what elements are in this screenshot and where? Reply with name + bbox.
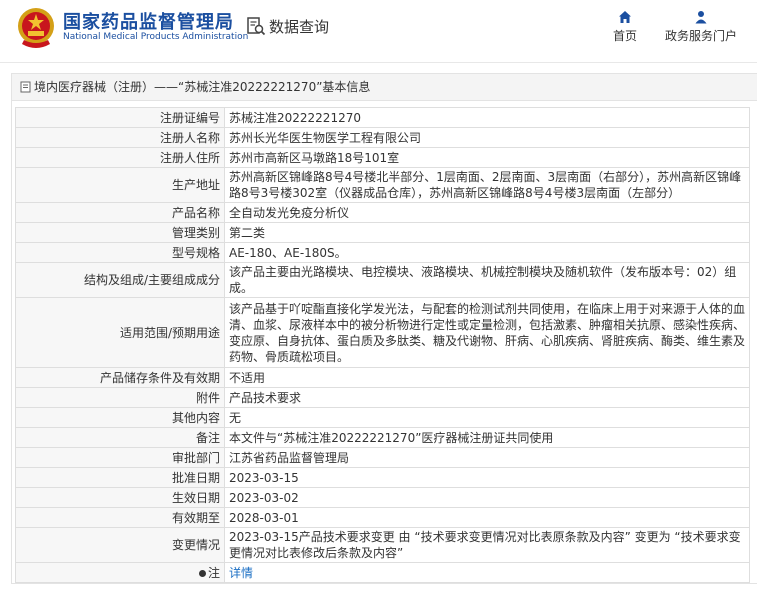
document-icon [20,81,31,93]
table-row: 结构及组成/主要组成成分 该产品主要由光路模块、电控模块、液路模块、机械控制模块及… [15,262,750,298]
table-row: 有效期至 2028-03-01 [15,507,750,528]
row-value: 苏州长光华医生物医学工程有限公司 [224,127,750,148]
row-label: 其他内容 [15,407,225,428]
row-value: 该产品主要由光路模块、电控模块、液路模块、机械控制模块及随机软件（发布版本号：0… [224,262,750,298]
home-icon [619,11,631,23]
data-query-link[interactable]: 数据查询 [246,15,329,37]
document-search-icon [247,17,266,36]
row-label: 注册人名称 [15,127,225,148]
table-row: 批准日期 2023-03-15 [15,467,750,488]
nav-home-label: 首页 [612,29,637,43]
row-value: 产品技术要求 [224,387,750,408]
site-header: 国家药品监督管理局 National Medical Products Admi… [0,0,757,63]
user-icon [695,11,707,24]
row-label: 型号规格 [15,242,225,263]
row-value: 本文件与“苏械注准20222221270”医疗器械注册证共同使用 [224,427,750,448]
table-row: 管理类别 第二类 [15,222,750,243]
table-row: 变更情况 2023-03-15产品技术要求变更 由 “技术要求变更情况对比表原条款… [15,527,750,563]
site-subtitle: National Medical Products Administration [63,32,249,42]
row-value: 2023-03-02 [224,487,750,508]
table-row: 适用范围/预期用途 该产品基于吖啶酯直接化学发光法，与配套的检测试剂共同使用，在临… [15,297,750,368]
table-row: 生效日期 2023-03-02 [15,487,750,508]
table-row: 产品储存条件及有效期 不适用 [15,367,750,388]
table-row: 其他内容无 [15,407,750,428]
row-label: 管理类别 [15,222,225,243]
row-label: 注册人住所 [15,147,225,168]
row-value: 全自动发光免疫分析仪 [224,202,750,223]
info-table: 注册证编号 苏械注准20222221270 注册人名称 苏州长光华医生物医学工程有限公… [15,107,750,583]
row-label: 有效期至 [15,507,225,528]
details-link[interactable]: 详情 [229,566,253,580]
table-row: 注册人名称 苏州长光华医生物医学工程有限公司 [15,127,750,148]
row-value: 苏州市高新区马墩路18号101室 [224,147,750,168]
row-label: 适用范围/预期用途 [15,297,225,368]
row-label: 产品储存条件及有效期 [15,367,225,388]
table-row: 备注 本文件与“苏械注准20222221270”医疗器械注册证共同使用 [15,427,750,448]
row-value: 江苏省药品监督管理局 [224,447,750,468]
row-value: AE-180、AE-180S。 [224,242,750,263]
row-label: 审批部门 [15,447,225,468]
row-label: 批准日期 [15,467,225,488]
row-value: 第二类 [224,222,750,243]
row-value: 苏械注准20222221270 [224,107,750,128]
row-value: 2028-03-01 [224,507,750,528]
table-row: 生产地址 苏州高新区锦峰路8号4号楼北半部分、1层南面、2层南面、3层南面（右部分… [15,167,750,203]
row-value: 苏州高新区锦峰路8号4号楼北半部分、1层南面、2层南面、3层南面（右部分），苏州… [224,167,750,203]
row-label: 产品名称 [15,202,225,223]
row-label: 生效日期 [15,487,225,508]
national-emblem-icon [18,8,54,48]
device-info-panel: 境内医疗器械（注册）——“苏械注准20222221270”基本信息 注册证编号苏… [11,73,757,584]
table-row: 注册人住所 苏州市高新区马墩路18号101室 [15,147,750,168]
section-title: 境内医疗器械（注册）——“苏械注准20222221270”基本信息 [34,80,371,94]
table-row: 附件 产品技术要求 [15,387,750,408]
note-label-cell: 注 [15,562,225,583]
row-value: 无 [224,407,750,428]
table-row: 注册证编号 苏械注准20222221270 [15,107,750,128]
row-value: 不适用 [224,367,750,388]
nav-service-portal-label: 政务服务门户 [664,29,737,43]
site-title[interactable]: 国家药品监督管理局 [63,8,234,34]
nav-home[interactable]: 首页 [611,10,639,44]
row-label: 变更情况 [15,527,225,563]
pin-icon [198,569,206,577]
data-query-label: 数据查询 [269,17,330,36]
row-label: 附件 [15,387,225,408]
row-value: 该产品基于吖啶酯直接化学发光法，与配套的检测试剂共同使用，在临床上用于对来源于人… [224,297,750,368]
row-label: 备注 [15,427,225,448]
note-value-cell: 详情 [224,562,750,583]
table-row-note: 注详情 [15,562,750,583]
row-label: 结构及组成/主要组成成分 [15,262,225,298]
table-row: 产品名称 全自动发光免疫分析仪 [15,202,750,223]
section-header: 境内医疗器械（注册）——“苏械注准20222221270”基本信息 [12,74,757,101]
note-label: 注 [207,565,220,580]
table-row: 审批部门 江苏省药品监督管理局 [15,447,750,468]
row-value: 2023-03-15产品技术要求变更 由 “技术要求变更情况对比表原条款及内容”… [224,527,750,563]
table-row: 型号规格 AE-180、AE-180S。 [15,242,750,263]
row-label: 生产地址 [15,167,225,203]
nav-service-portal[interactable]: 政务服务门户 [664,10,738,44]
row-value: 2023-03-15 [224,467,750,488]
row-label: 注册证编号 [15,107,225,128]
